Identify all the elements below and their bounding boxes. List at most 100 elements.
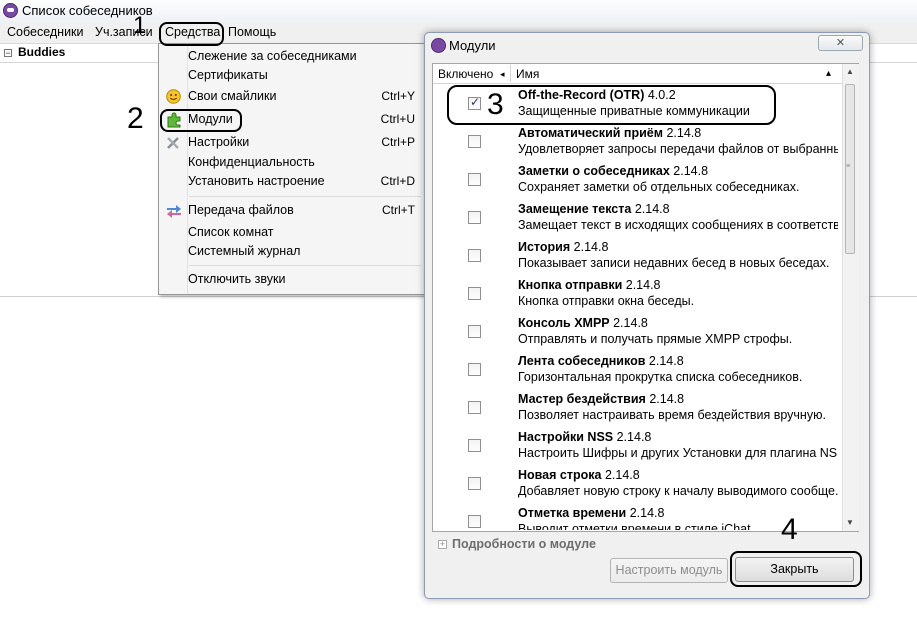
buddies-group-label[interactable]: Buddies — [18, 45, 65, 59]
plugin-title: Консоль XMPP 2.14.8 — [518, 316, 648, 330]
dialog-title: Модули — [449, 38, 496, 53]
menu-item-set-mood[interactable]: Установить настроение Ctrl+D — [159, 172, 425, 192]
configure-plugin-button[interactable]: Настроить модуль — [610, 558, 728, 583]
plugin-name: Настройки NSS — [518, 430, 614, 444]
plugin-enabled-checkbox[interactable] — [468, 287, 481, 300]
plugin-row[interactable]: Автоматический приём 2.14.8 Удовлетворяе… — [433, 126, 842, 164]
plugin-row[interactable]: Мастер бездействия 2.14.8 Позволяет наст… — [433, 392, 842, 430]
column-name[interactable]: Имя — [516, 67, 539, 81]
plugin-enabled-checkbox[interactable] — [468, 211, 481, 224]
plugin-description: Сохраняет заметки об отдельных собеседни… — [518, 180, 800, 194]
menu-item-system-log[interactable]: Системный журнал — [159, 242, 425, 262]
plugin-name: Замещение текста — [518, 202, 632, 216]
highlight-close-button — [730, 551, 862, 587]
plugin-description: Позволяет настраивать время бездействия … — [518, 408, 826, 422]
plugin-enabled-checkbox[interactable] — [468, 249, 481, 262]
plugin-version: 2.14.8 — [649, 392, 685, 406]
grip-icon: ≡ — [846, 163, 850, 170]
plugin-name: Кнопка отправки — [518, 278, 623, 292]
plugin-version: 2.14.8 — [648, 354, 684, 368]
menu-item-mute-sounds[interactable]: Отключить звуки — [159, 270, 425, 290]
plugin-enabled-checkbox[interactable] — [468, 135, 481, 148]
plugin-enabled-checkbox[interactable] — [468, 401, 481, 414]
plugin-title: Автоматический приём 2.14.8 — [518, 126, 701, 140]
plugin-row[interactable]: История 2.14.8 Показывает записи недавни… — [433, 240, 842, 278]
highlight-plugins-item — [160, 109, 242, 132]
sort-ascending-icon: ▴ — [826, 68, 832, 79]
menu-item-label: Передача файлов — [188, 203, 294, 217]
plugin-version: 2.14.8 — [634, 202, 670, 216]
menu-item-smileys[interactable]: Свои смайлики Ctrl+Y — [159, 87, 425, 107]
plugin-enabled-checkbox[interactable] — [468, 325, 481, 338]
plugin-version: 2.14.8 — [629, 506, 665, 520]
details-expand-toggle[interactable]: + — [438, 540, 447, 549]
plugin-title: Замещение текста 2.14.8 — [518, 202, 670, 216]
menu-item-certificates[interactable]: Сертификаты — [159, 66, 425, 86]
plugin-description: Добавляет новую строку к началу выводимо… — [518, 484, 838, 498]
menu-help[interactable]: Помощь — [228, 25, 276, 39]
plugin-enabled-checkbox[interactable] — [468, 477, 481, 490]
menu-item-shortcut: Ctrl+T — [382, 203, 415, 217]
plugin-name: Автоматический приём — [518, 126, 663, 140]
plugin-version: 2.14.8 — [604, 468, 640, 482]
plugin-title: Заметки о собеседниках 2.14.8 — [518, 164, 708, 178]
dialog-close-button[interactable]: ✕ — [818, 35, 863, 51]
plugin-row[interactable]: Замещение текста 2.14.8 Замещает текст в… — [433, 202, 842, 240]
menu-item-label: Конфиденциальность — [188, 155, 315, 169]
plugin-description: Отправлять и получать прямые XMPP строфы… — [518, 332, 793, 346]
plugin-title: Лента собеседников 2.14.8 — [518, 354, 684, 368]
app-icon — [3, 3, 18, 18]
menu-buddies[interactable]: Собеседники — [7, 25, 84, 39]
plugin-name: История — [518, 240, 571, 254]
smiley-icon — [166, 89, 181, 104]
menu-item-label: Список комнат — [188, 225, 274, 239]
plugin-name: Лента собеседников — [518, 354, 646, 368]
scroll-up-arrow-icon[interactable]: ▲ — [846, 67, 854, 76]
tools-dropdown-menu: Слежение за собеседниками Сертификаты Св… — [158, 43, 426, 295]
close-icon: ✕ — [835, 37, 846, 49]
menu-item-privacy[interactable]: Конфиденциальность — [159, 153, 425, 173]
menu-item-file-transfers[interactable]: Передача файлов Ctrl+T — [159, 201, 425, 221]
menu-item-shortcut: Ctrl+D — [380, 174, 415, 188]
plugin-title: Отметка времени 2.14.8 — [518, 506, 664, 520]
plugin-name: Мастер бездействия — [518, 392, 646, 406]
plugin-title: История 2.14.8 — [518, 240, 608, 254]
plugin-name: Консоль XMPP — [518, 316, 610, 330]
collapse-toggle[interactable]: − — [4, 49, 12, 58]
plugin-title: Настройки NSS 2.14.8 — [518, 430, 651, 444]
plugin-name: Новая строка — [518, 468, 602, 482]
plugin-row[interactable]: Заметки о собеседниках 2.14.8 Сохраняет … — [433, 164, 842, 202]
menu-item-buddy-pounces[interactable]: Слежение за собеседниками — [159, 47, 425, 67]
plugin-title: Новая строка 2.14.8 — [518, 468, 640, 482]
tools-icon — [166, 135, 181, 150]
menu-item-label: Слежение за собеседниками — [188, 49, 357, 63]
menu-item-room-list[interactable]: Список комнат — [159, 223, 425, 243]
plugin-version: 2.14.8 — [573, 240, 609, 254]
menu-item-label: Свои смайлики — [188, 89, 277, 103]
menu-item-label: Установить настроение — [188, 174, 325, 188]
menu-item-label: Сертификаты — [188, 68, 268, 82]
plugin-row[interactable]: Лента собеседников 2.14.8 Горизонтальная… — [433, 354, 842, 392]
menu-item-preferences[interactable]: Настройки Ctrl+P — [159, 133, 425, 153]
plugin-name: Отметка времени — [518, 506, 627, 520]
plugin-row[interactable]: Новая строка 2.14.8 Добавляет новую стро… — [433, 468, 842, 506]
column-divider — [510, 65, 511, 82]
plugin-row[interactable]: Кнопка отправки 2.14.8 Кнопка отправки о… — [433, 278, 842, 316]
menu-item-shortcut: Ctrl+Y — [381, 89, 415, 103]
step-marker-2: 2 — [127, 102, 144, 135]
menu-item-shortcut: Ctrl+U — [380, 112, 415, 126]
plugin-title: Мастер бездействия 2.14.8 — [518, 392, 684, 406]
plugin-enabled-checkbox[interactable] — [468, 173, 481, 186]
plugin-details-label[interactable]: Подробности о модуле — [452, 537, 596, 551]
plugin-enabled-checkbox[interactable] — [468, 515, 481, 528]
scroll-down-arrow-icon[interactable]: ▼ — [846, 518, 854, 527]
column-enabled[interactable]: Включено — [438, 67, 493, 81]
plugin-list-header — [433, 64, 842, 84]
menu-item-label: Отключить звуки — [188, 272, 286, 286]
plugin-row[interactable]: Консоль XMPP 2.14.8 Отправлять и получат… — [433, 316, 842, 354]
plugin-enabled-checkbox[interactable] — [468, 363, 481, 376]
plugin-enabled-checkbox[interactable] — [468, 439, 481, 452]
plugin-row[interactable]: Настройки NSS 2.14.8 Настроить Шифры и д… — [433, 430, 842, 468]
plugin-description: Кнопка отправки окна беседы. — [518, 294, 695, 308]
step-marker-4: 4 — [781, 513, 798, 546]
